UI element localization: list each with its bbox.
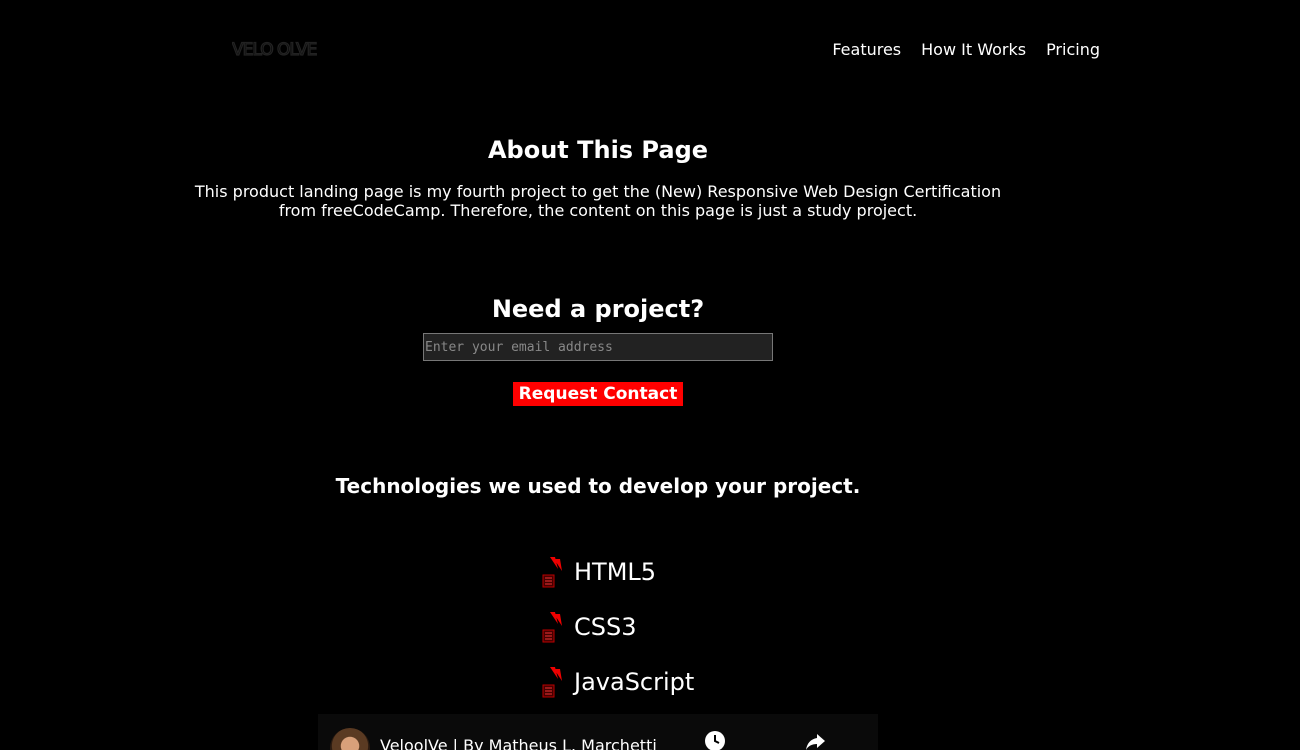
about-title: About This Page <box>487 136 709 164</box>
site-header: VELO OLVE Features How It Works Pricing <box>0 0 1300 100</box>
request-contact-button[interactable]: Request Contact <box>512 382 684 406</box>
list-item: JavaScript <box>540 654 694 709</box>
list-item: HTML5 <box>540 544 694 599</box>
tech-label: JavaScript <box>574 667 695 696</box>
share-icon[interactable] <box>804 730 826 750</box>
technologies-title: Technologies we used to develop your pro… <box>335 474 861 498</box>
video-title[interactable]: VeloolVe | By Matheus L. Marchetti <box>380 736 670 750</box>
list-item: CSS3 <box>540 599 694 654</box>
contact-title: Need a project? <box>491 295 705 323</box>
nav-link-pricing[interactable]: Pricing <box>1046 40 1100 59</box>
tech-label: HTML5 <box>574 557 657 586</box>
clock-icon[interactable] <box>704 730 726 750</box>
about-text: This product landing page is my fourth p… <box>194 182 1002 220</box>
technologies-list: HTML5 CSS3 JavaScript <box>540 544 694 709</box>
logo[interactable]: VELO OLVE <box>232 36 332 62</box>
svg-text:VELO OLVE: VELO OLVE <box>232 40 317 60</box>
about-section: About This Page This product landing pag… <box>0 136 1196 220</box>
email-input[interactable] <box>423 333 773 361</box>
tech-icon <box>542 666 562 697</box>
landing-page: VELO OLVE Features How It Works Pricing … <box>0 0 1300 750</box>
channel-avatar[interactable] <box>330 728 370 750</box>
video-embed[interactable]: VeloolVe | By Matheus L. Marchetti <box>318 714 878 750</box>
technologies-section: Technologies we used to develop your pro… <box>0 474 1196 697</box>
tech-icon <box>542 611 562 642</box>
nav-link-features[interactable]: Features <box>832 40 901 59</box>
tech-icon <box>542 556 562 587</box>
nav-link-how-it-works[interactable]: How It Works <box>921 40 1026 59</box>
tech-label: CSS3 <box>574 612 637 641</box>
contact-form: Need a project? Request Contact <box>0 295 1196 406</box>
main-nav: Features How It Works Pricing <box>832 40 1100 59</box>
